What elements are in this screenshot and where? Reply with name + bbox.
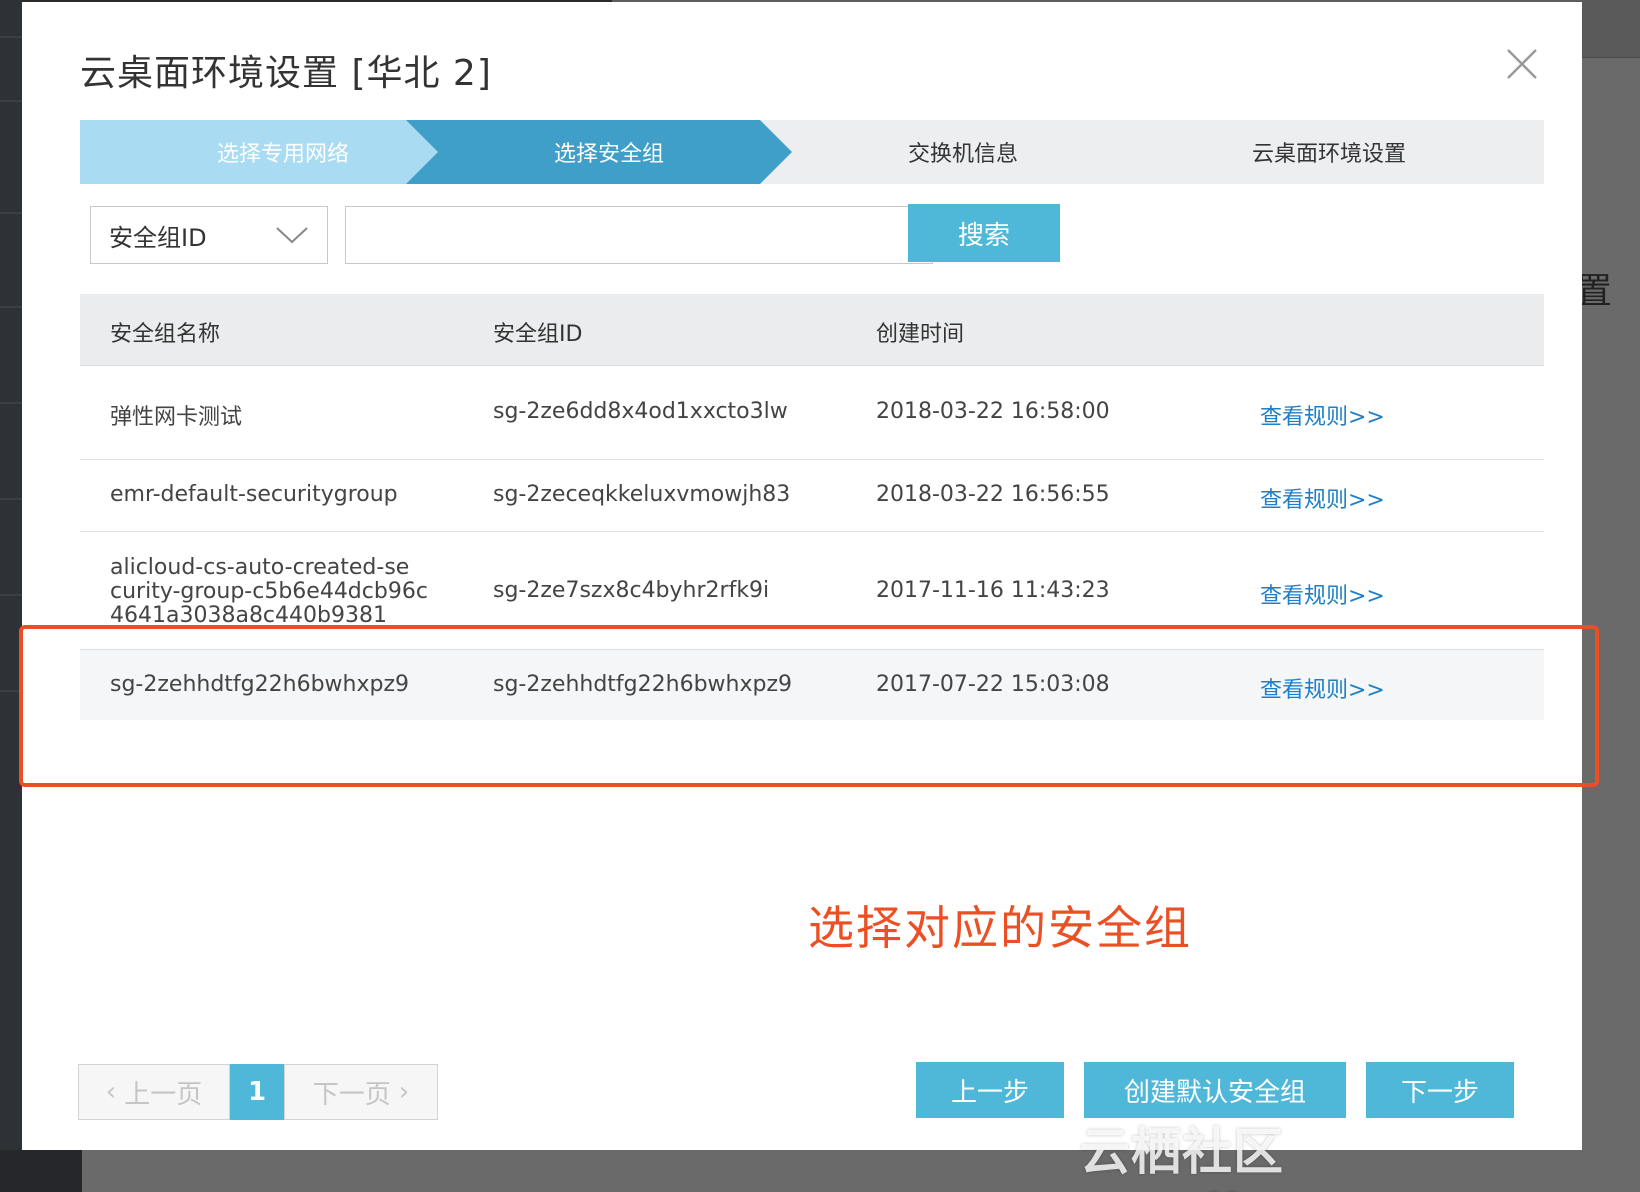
close-button[interactable]	[1502, 44, 1542, 84]
view-rules-link[interactable]: 查看规则>>	[1260, 578, 1385, 610]
chevron-left-icon: ‹	[105, 1077, 117, 1107]
background-sidebar-bottom	[0, 1150, 82, 1192]
created-time: 2018-03-22 16:56:55	[876, 482, 1110, 507]
background-divider	[0, 690, 22, 692]
column-header-id: 安全组ID	[493, 322, 583, 347]
chevron-down-icon	[276, 227, 308, 244]
background-divider	[0, 36, 22, 38]
annotation-text: 选择对应的安全组	[808, 901, 1192, 955]
prev-step-button[interactable]: 上一步	[916, 1062, 1064, 1118]
table-row[interactable]: alicloud-cs-auto-created-se curity-group…	[80, 532, 1544, 650]
created-time: 2018-03-22 16:58:00	[876, 399, 1110, 424]
security-group-id: sg-2ze6dd8x4od1xxcto3lw	[493, 399, 788, 424]
step-select-security-group: 选择安全组	[406, 120, 812, 184]
view-rules-link[interactable]: 查看规则>>	[1260, 672, 1385, 704]
security-group-name-line: 4641a3038a8c440b9381	[110, 603, 387, 628]
background-sidebar	[0, 0, 22, 1192]
table-row[interactable]: emr-default-securitygroup sg-2zeceqkkelu…	[80, 460, 1544, 532]
step-label: 云桌面环境设置	[1251, 142, 1406, 167]
background-divider	[0, 306, 22, 308]
column-header-name: 安全组名称	[110, 322, 221, 347]
table-row[interactable]: sg-2zehhdtfg22h6bwhxpz9 sg-2zehhdtfg22h6…	[80, 650, 1544, 720]
pagination: ‹ 上一页 1 下一页 ›	[78, 1064, 438, 1120]
page-number-current[interactable]: 1	[230, 1064, 284, 1120]
security-group-name: 弹性网卡测试	[110, 405, 243, 430]
create-default-security-group-button[interactable]: 创建默认安全组	[1084, 1062, 1346, 1118]
next-page-button[interactable]: 下一页 ›	[284, 1064, 438, 1120]
wizard-steps: 选择专用网络 选择安全组 交换机信息 云桌面环境设置	[80, 120, 1544, 184]
watermark: 云栖社区 yq.aliyun.com	[1080, 1123, 1486, 1192]
desktop-settings-dialog: 云桌面环境设置 [华北 2] 选择专用网络 选择安全组 交换机信息 云桌面环境设…	[22, 2, 1582, 1150]
security-group-table: 安全组名称 安全组ID 创建时间 弹性网卡测试 sg-2ze6dd8x4od1x…	[80, 294, 1544, 720]
close-icon	[1507, 49, 1537, 79]
background-divider	[0, 594, 22, 596]
search-button[interactable]: 搜索	[908, 204, 1060, 262]
search-filter-select[interactable]: 安全组ID	[90, 206, 328, 264]
next-page-label: 下一页	[312, 1079, 391, 1110]
security-group-name: sg-2zehhdtfg22h6bwhxpz9	[110, 672, 409, 697]
background-divider	[0, 402, 22, 404]
background-divider	[0, 498, 22, 500]
security-group-id: sg-2zeceqkkeluxvmowjh83	[493, 482, 791, 507]
step-switch-info: 交换机信息	[760, 120, 1166, 184]
security-group-name-line: curity-group-c5b6e44dcb96c	[110, 579, 428, 604]
prev-page-label: 上一页	[124, 1079, 203, 1110]
background-page	[1582, 0, 1640, 1192]
background-divider	[0, 212, 22, 214]
step-desktop-settings: 云桌面环境设置	[1114, 120, 1544, 184]
chevron-right-icon: ›	[398, 1077, 410, 1107]
prev-page-button[interactable]: ‹ 上一页	[78, 1064, 230, 1120]
security-group-id: sg-2zehhdtfg22h6bwhxpz9	[493, 672, 792, 697]
dialog-title: 云桌面环境设置 [华北 2]	[80, 53, 492, 94]
column-header-created: 创建时间	[876, 322, 965, 347]
view-rules-link[interactable]: 查看规则>>	[1260, 482, 1385, 514]
table-row[interactable]: 弹性网卡测试 sg-2ze6dd8x4od1xxcto3lw 2018-03-2…	[80, 366, 1544, 460]
search-input[interactable]	[345, 206, 933, 264]
security-group-id: sg-2ze7szx8c4byhr2rfk9i	[493, 578, 770, 603]
step-label: 交换机信息	[907, 142, 1018, 167]
created-time: 2017-11-16 11:43:23	[876, 578, 1110, 603]
security-group-name-line: alicloud-cs-auto-created-se	[110, 555, 410, 580]
security-group-name: emr-default-securitygroup	[110, 482, 398, 507]
search-filter-value: 安全组ID	[109, 223, 207, 252]
next-step-button[interactable]: 下一步	[1366, 1062, 1514, 1118]
background-page-header	[1582, 0, 1640, 58]
background-divider	[0, 100, 22, 102]
table-header: 安全组名称 安全组ID 创建时间	[80, 294, 1544, 366]
step-label: 选择专用网络	[216, 142, 349, 167]
step-label: 选择安全组	[553, 142, 664, 167]
view-rules-link[interactable]: 查看规则>>	[1260, 399, 1385, 431]
security-group-name: alicloud-cs-auto-created-se curity-group…	[110, 556, 428, 628]
created-time: 2017-07-22 15:03:08	[876, 672, 1110, 697]
